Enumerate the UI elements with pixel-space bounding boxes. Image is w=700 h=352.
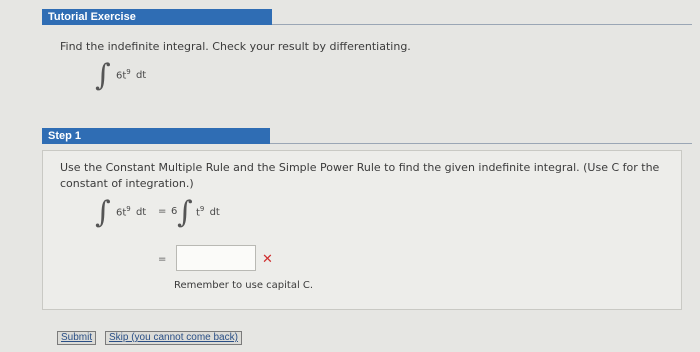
answer-equals: =	[158, 254, 167, 265]
integral-sign-icon: ∫	[177, 195, 193, 230]
skip-button[interactable]: Skip (you cannot come back)	[105, 331, 242, 345]
step-instructions: Use the Constant Multiple Rule and the S…	[60, 161, 660, 190]
problem-integrand: 6t9 dt	[116, 68, 147, 82]
step-divider	[270, 143, 692, 144]
problem-prompt: Find the indefinite integral. Check your…	[60, 40, 411, 53]
step-equals: =	[158, 206, 167, 217]
tutorial-header: Tutorial Exercise	[42, 9, 272, 25]
x-mark-icon: ✕	[262, 252, 273, 267]
answer-input[interactable]	[176, 245, 256, 271]
step-lhs-integrand: 6t9 dt	[116, 205, 147, 219]
feedback-message: Remember to use capital C.	[174, 280, 314, 291]
integral-sign-icon: ∫	[95, 195, 111, 230]
submit-button[interactable]: Submit	[57, 331, 97, 345]
header-divider	[272, 24, 692, 25]
step-rhs-integrand: t9 dt	[196, 205, 220, 219]
step-title: Step 1	[42, 128, 270, 144]
integral-sign-icon: ∫	[95, 58, 111, 93]
